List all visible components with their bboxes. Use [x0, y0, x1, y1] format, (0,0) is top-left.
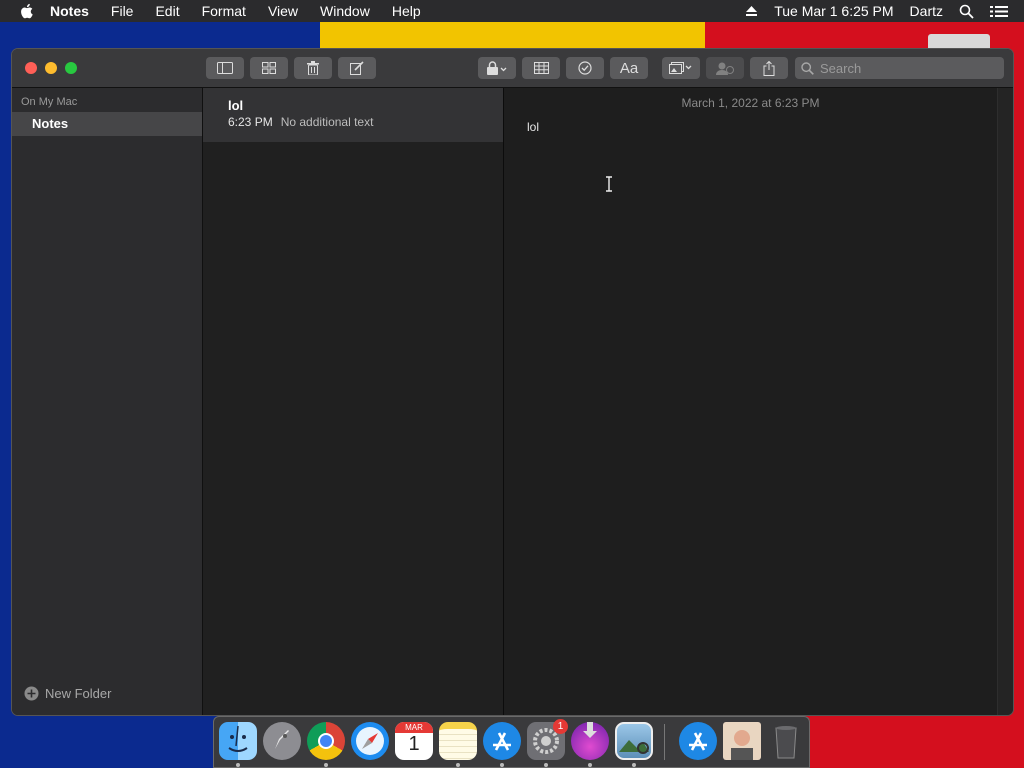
- menu-help[interactable]: Help: [392, 3, 421, 19]
- gallery-view-button[interactable]: [250, 57, 288, 79]
- photo-gallery-icon: [669, 62, 692, 74]
- dock-separator: [664, 724, 665, 760]
- note-editor[interactable]: March 1, 2022 at 6:23 PM lol: [504, 88, 997, 715]
- attachments-button[interactable]: [662, 57, 700, 79]
- download-arrow-icon: [583, 722, 597, 738]
- window-toolbar: Aa Search: [12, 49, 1013, 88]
- app-store-a-icon: [689, 732, 707, 751]
- note-date: March 1, 2022 at 6:23 PM: [681, 96, 820, 110]
- note-time: 6:23 PM: [228, 115, 273, 129]
- text-cursor-icon: [606, 176, 612, 192]
- running-indicator: [324, 763, 328, 767]
- sidebar-icon: [217, 62, 233, 74]
- menu-clock[interactable]: Tue Mar 1 6:25 PM: [774, 3, 893, 19]
- note-list: lol 6:23 PM No additional text: [203, 88, 504, 715]
- table-button[interactable]: [522, 57, 560, 79]
- trash-can-icon: [775, 726, 797, 759]
- launchpad-icon[interactable]: [263, 722, 301, 760]
- table-icon: [533, 62, 549, 74]
- search-placeholder: Search: [820, 60, 862, 76]
- running-indicator: [456, 763, 460, 767]
- menu-view[interactable]: View: [268, 3, 298, 19]
- menu-bar: Notes File Edit Format View Window Help …: [0, 0, 1024, 22]
- menu-window[interactable]: Window: [320, 3, 370, 19]
- eject-icon[interactable]: [745, 5, 758, 17]
- calendar-icon[interactable]: MAR 1: [395, 722, 433, 760]
- finder-face-icon: [228, 725, 248, 752]
- menu-format[interactable]: Format: [202, 3, 246, 19]
- system-preferences-icon[interactable]: 1: [527, 719, 568, 760]
- search-field[interactable]: Search: [795, 57, 1004, 79]
- rocket-icon: [275, 730, 289, 749]
- new-note-button[interactable]: [338, 57, 376, 79]
- control-center-icon[interactable]: [990, 5, 1008, 18]
- toggle-sidebar-button[interactable]: [206, 57, 244, 79]
- compass-icon: [356, 727, 384, 755]
- search-icon: [801, 61, 814, 75]
- sidebar-item-label: Notes: [32, 116, 69, 131]
- menu-edit[interactable]: Edit: [155, 3, 179, 19]
- new-folder-label: New Folder: [45, 686, 112, 701]
- app-store-a-icon: [493, 732, 511, 751]
- calendar-day: 1: [408, 733, 420, 755]
- menu-user[interactable]: Dartz: [910, 3, 943, 19]
- delete-note-button[interactable]: [294, 57, 332, 79]
- running-indicator: [500, 763, 504, 767]
- safari-icon[interactable]: [351, 722, 389, 760]
- zoom-button[interactable]: [65, 62, 77, 74]
- preview-icon[interactable]: [615, 722, 653, 760]
- editor-scrollbar[interactable]: [997, 88, 1013, 715]
- checklist-button[interactable]: [566, 57, 604, 79]
- add-people-icon: [716, 62, 734, 75]
- dock: MAR 1 1: [213, 716, 810, 768]
- plus-circle-icon: [24, 686, 39, 701]
- apple-icon[interactable]: [18, 2, 36, 20]
- notes-app-icon[interactable]: [439, 722, 477, 760]
- section-label-on-my-mac: On My Mac: [21, 96, 78, 108]
- person-photo-icon: [731, 730, 753, 760]
- trash-dock-icon[interactable]: [767, 722, 805, 760]
- chrome-center-icon: [318, 733, 334, 749]
- app-store-icon[interactable]: [483, 722, 521, 760]
- note-body[interactable]: lol: [527, 120, 539, 134]
- list-item[interactable]: lol 6:23 PM No additional text: [203, 88, 503, 142]
- close-button[interactable]: [25, 62, 37, 74]
- contact-photo-icon[interactable]: [723, 722, 761, 760]
- menu-app-name[interactable]: Notes: [50, 3, 89, 19]
- menu-file[interactable]: File: [111, 3, 134, 19]
- lock-note-button[interactable]: [478, 57, 516, 79]
- note-preview: No additional text: [280, 115, 374, 129]
- format-button[interactable]: Aa: [610, 57, 648, 79]
- running-indicator: [544, 763, 548, 767]
- checkmark-circle-icon: [578, 61, 592, 75]
- note-meta: 6:23 PM No additional text: [228, 115, 373, 129]
- note-title: lol: [228, 98, 244, 113]
- installer-icon[interactable]: [571, 722, 609, 760]
- running-indicator: [588, 763, 592, 767]
- notification-badge: 1: [553, 719, 568, 734]
- folder-sidebar: On My Mac Notes New Folder: [12, 88, 203, 715]
- collaborate-button[interactable]: [706, 57, 744, 79]
- compose-icon: [350, 61, 364, 75]
- lock-icon: [487, 61, 507, 75]
- share-button[interactable]: [750, 57, 788, 79]
- new-folder-button[interactable]: New Folder: [24, 686, 111, 701]
- app-store-download-icon[interactable]: [679, 722, 717, 760]
- share-icon: [763, 60, 775, 76]
- calendar-month: MAR: [395, 722, 433, 733]
- magnifier-photo-icon: [619, 740, 649, 754]
- trash-icon: [307, 61, 319, 75]
- notes-window: Aa Search On My Mac Notes New Folder lol…: [12, 49, 1013, 715]
- grid-icon: [262, 62, 276, 74]
- running-indicator: [236, 763, 240, 767]
- sidebar-item-notes[interactable]: Notes: [12, 112, 202, 136]
- spotlight-icon[interactable]: [959, 4, 974, 19]
- format-label: Aa: [619, 59, 639, 77]
- finder-icon[interactable]: [219, 722, 257, 760]
- minimize-button[interactable]: [45, 62, 57, 74]
- chrome-icon[interactable]: [307, 722, 345, 760]
- running-indicator: [632, 763, 636, 767]
